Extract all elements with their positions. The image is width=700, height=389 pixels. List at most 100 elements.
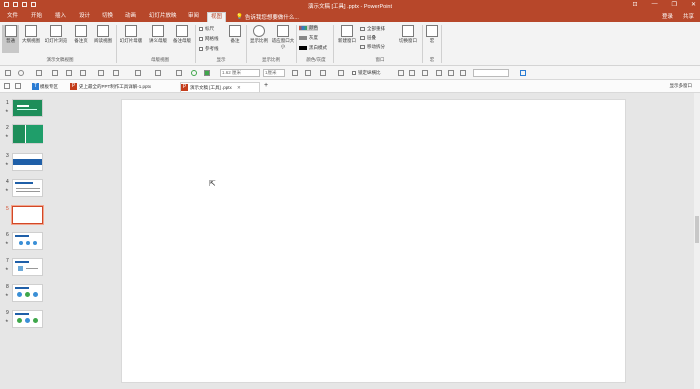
ruler-checkbox[interactable]: 标尺 bbox=[199, 26, 214, 32]
thumb-circle bbox=[33, 318, 38, 323]
handout-master-button[interactable]: 讲义母版 bbox=[146, 25, 170, 44]
slide-master-button[interactable]: 幻灯片母版 bbox=[118, 25, 144, 44]
undo-arrow-icon[interactable] bbox=[113, 70, 119, 76]
outline-view-button[interactable]: 大纲视图 bbox=[21, 25, 41, 44]
link-icon[interactable] bbox=[52, 70, 58, 76]
lock-aspect-checkbox[interactable]: 锁定纵横比 bbox=[352, 70, 381, 76]
tab-insert[interactable]: 插入 bbox=[52, 12, 69, 22]
edit-icon[interactable] bbox=[338, 70, 344, 76]
eyedropper-icon[interactable] bbox=[460, 70, 466, 76]
switch-window-button[interactable]: 切换窗口 bbox=[396, 25, 420, 44]
crop-icon[interactable] bbox=[320, 70, 326, 76]
reading-view-button[interactable]: 阅读视图 bbox=[92, 25, 114, 44]
notes-page-button[interactable]: 备注页 bbox=[71, 25, 91, 44]
slide-sorter-button[interactable]: 幻灯片浏览 bbox=[43, 25, 69, 44]
notes-master-button[interactable]: 备注母版 bbox=[171, 25, 193, 44]
scrollbar-thumb[interactable] bbox=[695, 216, 699, 243]
height-icon[interactable] bbox=[305, 70, 311, 76]
zoom-button[interactable]: 显示比例 bbox=[248, 25, 270, 44]
gridlines-checkbox[interactable]: 网格线 bbox=[199, 36, 219, 42]
font-size-field[interactable] bbox=[473, 69, 509, 77]
thumb-title-bar bbox=[17, 105, 29, 107]
shape-icon[interactable] bbox=[18, 70, 24, 76]
pen-icon[interactable] bbox=[66, 70, 72, 76]
guides-checkbox[interactable]: 参考线 bbox=[199, 46, 219, 52]
new-doc-icon[interactable] bbox=[4, 83, 10, 89]
group-icon[interactable] bbox=[422, 70, 428, 76]
show-multi-window-button[interactable]: 显示多窗口 bbox=[670, 83, 693, 89]
tell-me-box[interactable]: 💡 告诉我您想要做什么... bbox=[236, 13, 299, 21]
slide-thumbnail-1[interactable] bbox=[12, 99, 43, 117]
tab-transitions[interactable]: 切换 bbox=[99, 12, 116, 22]
slide-thumbnail-7[interactable] bbox=[12, 258, 43, 276]
new-tab-button[interactable]: + bbox=[264, 82, 268, 89]
tab-file[interactable]: 文件 bbox=[4, 12, 21, 22]
normal-view-button[interactable]: 普通 bbox=[2, 25, 19, 53]
slide-canvas[interactable] bbox=[121, 99, 626, 383]
close-tab-icon[interactable]: ✕ bbox=[237, 85, 241, 90]
position-icon[interactable] bbox=[436, 70, 442, 76]
slide-master-label: 幻灯片母版 bbox=[119, 38, 143, 43]
slide-thumbnail-5[interactable] bbox=[12, 206, 43, 224]
notes-page-icon bbox=[75, 25, 87, 37]
color-swatch-icon bbox=[299, 26, 307, 30]
tab-home[interactable]: 开始 bbox=[28, 12, 45, 22]
login-button[interactable]: 登录 bbox=[662, 12, 673, 20]
slide-thumbnail-3[interactable] bbox=[12, 153, 43, 171]
select-icon[interactable] bbox=[5, 70, 11, 76]
slide-thumbnail-4[interactable] bbox=[12, 179, 43, 197]
notes-button[interactable]: 备注 bbox=[226, 25, 244, 44]
thumbnail-scrollbar[interactable] bbox=[50, 93, 54, 389]
width-icon[interactable] bbox=[292, 70, 298, 76]
color-option[interactable]: 颜色 bbox=[299, 25, 318, 31]
thumb-title-bar bbox=[15, 182, 33, 184]
slide-number: 2 bbox=[6, 125, 9, 131]
ribbon-display-button[interactable]: ⊡ bbox=[633, 1, 638, 8]
switch-window-label: 切换窗口 bbox=[399, 38, 417, 43]
close-button[interactable]: ✕ bbox=[691, 1, 696, 8]
macros-button[interactable]: 宏 bbox=[425, 25, 439, 44]
rectangle-icon[interactable] bbox=[176, 70, 182, 76]
new-window-button[interactable]: 新建窗口 bbox=[336, 25, 358, 44]
tab-view[interactable]: 视图 bbox=[207, 12, 227, 22]
slide-sorter-icon bbox=[50, 25, 62, 37]
tab-review[interactable]: 审阅 bbox=[185, 12, 202, 22]
flip-icon[interactable] bbox=[155, 70, 161, 76]
doc-tab-templates[interactable]: T 模板专区 bbox=[32, 82, 58, 92]
doc-tab-2[interactable]: P 演示文稿 [工具] .pptx ✕ bbox=[180, 82, 260, 92]
wrap-icon[interactable] bbox=[36, 70, 42, 76]
align-icon[interactable] bbox=[135, 70, 141, 76]
format-painter-icon[interactable] bbox=[80, 70, 86, 76]
doc-tab-1[interactable]: P 史上最全的PPT制作工具详解-1.pptx bbox=[70, 82, 151, 92]
rotate-icon[interactable] bbox=[98, 70, 104, 76]
slide-thumbnail-8[interactable] bbox=[12, 284, 43, 302]
slide-thumbnail-9[interactable] bbox=[12, 310, 43, 328]
line-weight-field[interactable]: 1.62 厘米 bbox=[220, 69, 260, 77]
share-link-icon[interactable] bbox=[520, 70, 526, 76]
fit-to-window-button[interactable]: 适应窗口大小 bbox=[271, 25, 295, 50]
slide-thumbnail-2[interactable] bbox=[12, 124, 43, 144]
grayscale-option[interactable]: 灰度 bbox=[299, 35, 318, 41]
minimize-button[interactable]: — bbox=[652, 1, 658, 8]
cascade-button[interactable]: 层叠 bbox=[360, 35, 376, 41]
size-field[interactable]: 1厘米 bbox=[263, 69, 285, 77]
share-button[interactable]: 共享 bbox=[683, 12, 694, 20]
tab-animations[interactable]: 动画 bbox=[122, 12, 139, 22]
open-folder-icon[interactable] bbox=[15, 83, 21, 89]
grid-icon[interactable] bbox=[398, 70, 404, 76]
slide-thumbnail-6[interactable] bbox=[12, 232, 43, 250]
selection-pane-icon[interactable] bbox=[448, 70, 454, 76]
arrange-icon-2[interactable] bbox=[409, 70, 415, 76]
shape-fill-icon[interactable] bbox=[204, 70, 210, 76]
slide-number: 4 bbox=[6, 179, 9, 185]
restore-button[interactable]: ❐ bbox=[672, 1, 677, 8]
arrange-all-button[interactable]: 全部重排 bbox=[360, 26, 385, 32]
tab-design[interactable]: 设计 bbox=[76, 12, 93, 22]
move-split-button[interactable]: 移动拆分 bbox=[360, 44, 385, 50]
doc-tab-label: 史上最全的PPT制作工具详解-1.pptx bbox=[79, 84, 152, 89]
fill-color-icon[interactable] bbox=[191, 70, 197, 76]
vertical-scrollbar[interactable] bbox=[694, 93, 700, 389]
animation-star-icon: ★ bbox=[5, 240, 9, 245]
tab-slideshow[interactable]: 幻灯片放映 bbox=[146, 12, 180, 22]
black-white-option[interactable]: 黑白模式 bbox=[299, 45, 327, 51]
